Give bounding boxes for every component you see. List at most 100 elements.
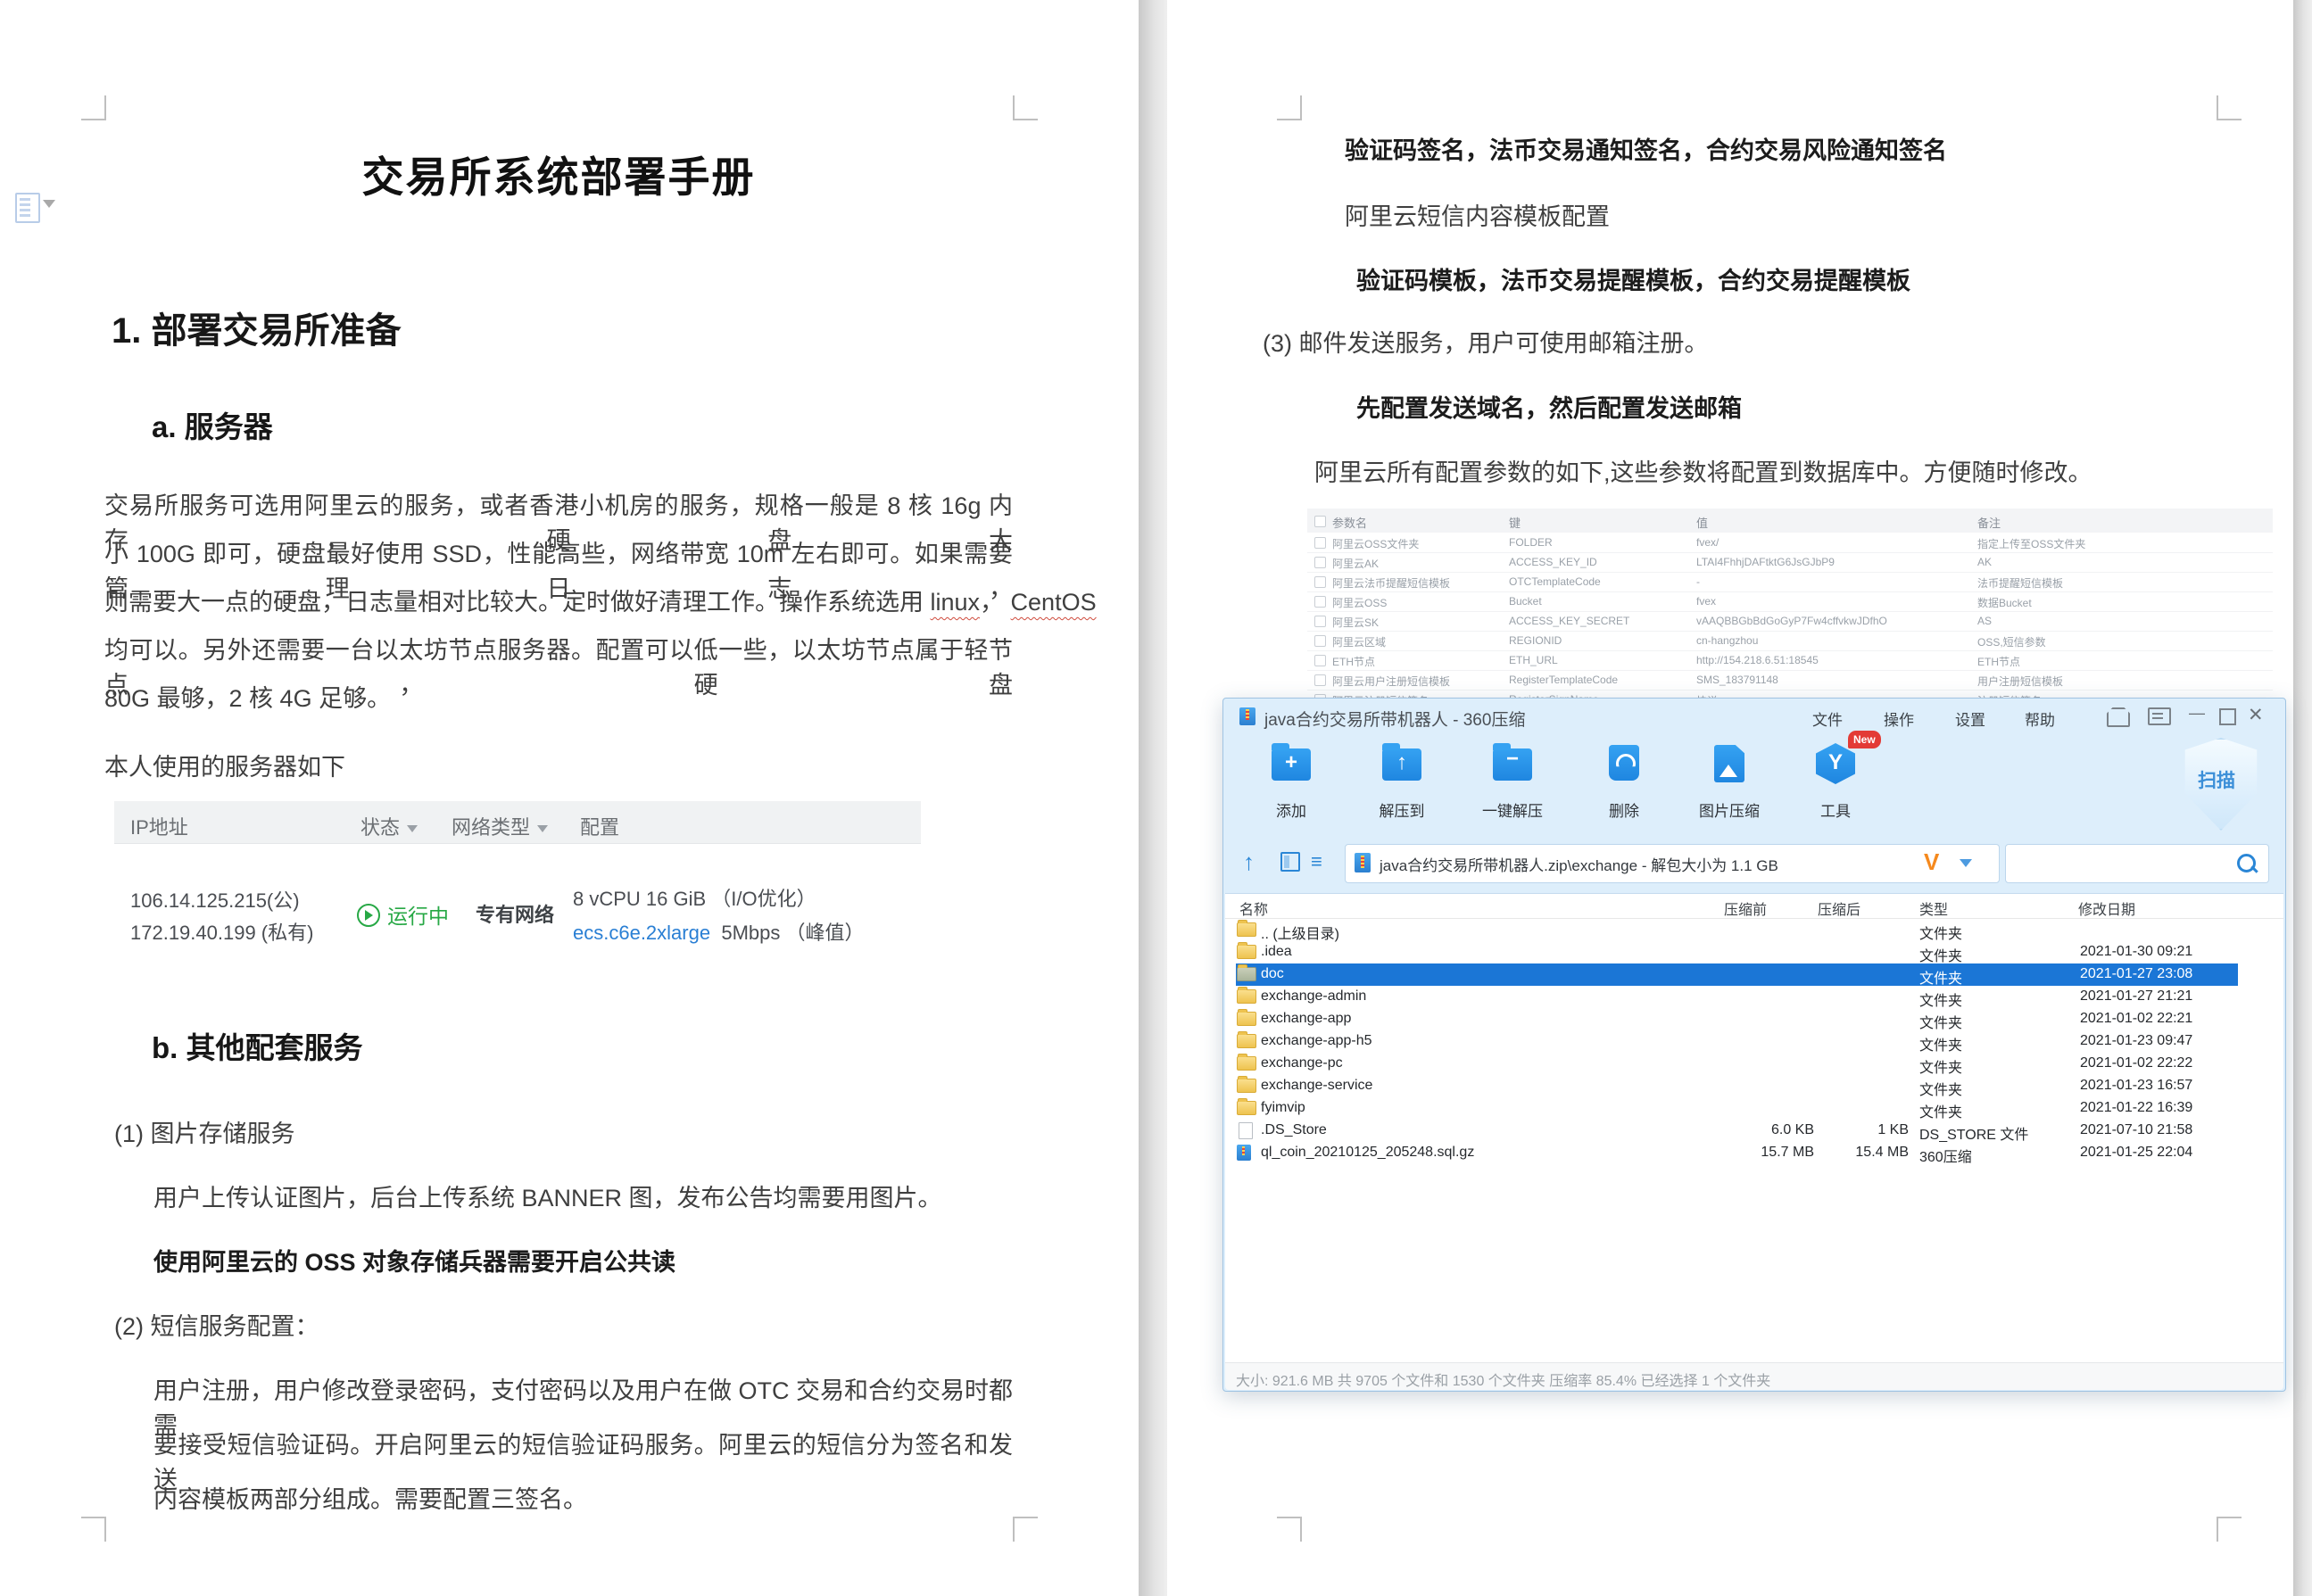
file-row[interactable]: exchange-app-h5 文件夹 2021-01-23 09:47 xyxy=(1225,1030,2283,1054)
param-col-value: 值 xyxy=(1696,517,1709,530)
folder-icon xyxy=(1237,1054,1256,1071)
menu-action[interactable]: 操作 xyxy=(1884,707,1914,730)
col-name[interactable]: 名称 xyxy=(1239,897,1268,919)
close-button[interactable]: ✕ xyxy=(2248,704,2264,726)
menu-file[interactable]: 文件 xyxy=(1812,707,1843,730)
new-badge: New xyxy=(1848,731,1881,748)
file-row[interactable]: .idea 文件夹 2021-01-30 09:21 xyxy=(1225,941,2283,964)
scan-label: 扫描 xyxy=(2198,771,2235,791)
checkbox[interactable] xyxy=(1314,674,1326,686)
paragraph-handle-arrow-icon[interactable] xyxy=(43,200,55,208)
checkbox[interactable] xyxy=(1314,635,1326,647)
menu-help[interactable]: 帮助 xyxy=(2025,707,2055,730)
paragraph-handle-icon[interactable] xyxy=(15,193,40,223)
zip-file-icon xyxy=(1237,1145,1251,1161)
file-row[interactable]: exchange-admin 文件夹 2021-01-27 21:21 xyxy=(1225,986,2283,1009)
address-bar[interactable]: java合约交易所带机器人.zip\exchange - 解包大小为 1.1 G… xyxy=(1345,844,2000,883)
feedback-icon[interactable] xyxy=(2148,707,2171,725)
param-value: cn-hangzhou xyxy=(1696,634,1759,647)
size-after: 1 KB xyxy=(1877,1122,1909,1137)
paragraph-line: 本人使用的服务器如下 xyxy=(104,754,345,781)
file-row-selected[interactable]: doc 文件夹 2021-01-27 23:08 xyxy=(1225,963,2283,987)
crop-mark xyxy=(2217,1517,2242,1542)
param-row[interactable]: 阿里云区域 REGIONID cn-hangzhou OSS,短信参数 xyxy=(1307,631,2273,651)
checkbox[interactable] xyxy=(1314,596,1326,608)
file-row[interactable]: exchange-pc 文件夹 2021-01-02 22:22 xyxy=(1225,1053,2283,1076)
instance-type-link[interactable]: ecs.c6e.2xlarge xyxy=(573,922,710,944)
folder-icon xyxy=(1237,1098,1256,1115)
label: 网络类型 xyxy=(452,816,531,839)
status-text: 运行中 xyxy=(387,905,449,928)
checkbox[interactable] xyxy=(1314,655,1326,666)
file-name: doc xyxy=(1261,966,1284,981)
file-row[interactable]: exchange-service 文件夹 2021-01-23 16:57 xyxy=(1225,1075,2283,1098)
minimize-button[interactable]: — xyxy=(2189,704,2205,723)
checkbox[interactable] xyxy=(1314,616,1326,627)
bandwidth-text: 5Mbps （峰值） xyxy=(721,922,865,944)
file-date: 2021-01-27 23:08 xyxy=(2080,966,2193,981)
param-col-note: 备注 xyxy=(1977,517,2001,530)
address-dropdown-icon[interactable] xyxy=(1960,859,1972,867)
zip-window: java合约交易所带机器人 - 360压缩 文件 操作 设置 帮助 — ✕ + … xyxy=(1222,698,2286,1392)
menu-settings[interactable]: 设置 xyxy=(1955,707,1985,730)
col-before[interactable]: 压缩前 xyxy=(1724,897,1767,919)
param-value: vAAQBBGbBdGoGyP7Fw4cffvkwJDfhO xyxy=(1696,615,1887,627)
server-config-line2: ecs.c6e.2xlarge 5Mbps （峰值） xyxy=(573,917,864,946)
server-col-status[interactable]: 状态 xyxy=(360,812,418,840)
param-row[interactable]: 阿里云法币提醒短信模板 OTCTemplateCode - 法币提醒短信模板 xyxy=(1307,572,2273,592)
maximize-button[interactable] xyxy=(2219,708,2236,725)
param-note: 数据Bucket xyxy=(1977,597,2032,609)
file-date: 2021-01-23 16:57 xyxy=(2080,1078,2193,1093)
file-row[interactable]: .. (上级目录) 文件夹 xyxy=(1225,919,2283,942)
up-icon[interactable]: ↑ xyxy=(1243,848,1255,876)
tool-label: 解压到 xyxy=(1379,803,1425,820)
checkbox[interactable] xyxy=(1314,576,1326,588)
param-row[interactable]: 阿里云注册短信签名RegisterSignName快说注册短信签名 xyxy=(1307,690,2273,698)
label: 状态 xyxy=(360,816,401,839)
folder-icon xyxy=(1237,987,1256,1004)
col-after[interactable]: 压缩后 xyxy=(1818,897,1860,919)
skin-icon[interactable] xyxy=(2107,707,2130,727)
paragraph-bold: 验证码签名，法币交易通知签名，合约交易风险通知签名 xyxy=(1345,137,1947,164)
one-click-extract-icon: − xyxy=(1493,743,1532,781)
folder-icon xyxy=(1237,1076,1256,1093)
server-ip-public: 106.14.125.215(公) xyxy=(130,889,300,912)
paragraph-line: 用户上传认证图片，后台上传系统 BANNER 图，发布公告均需要用图片。 xyxy=(153,1185,942,1211)
folder-icon xyxy=(1237,1031,1256,1048)
search-input[interactable] xyxy=(2005,844,2269,883)
param-name: 阿里云用户注册短信模板 xyxy=(1332,675,1451,688)
file-row[interactable]: fyimvip 文件夹 2021-01-22 16:39 xyxy=(1225,1097,2283,1121)
param-row[interactable]: ETH节点 ETH_URL http://154.218.6.51:18545 ETH… xyxy=(1307,650,2273,671)
list-view-icon[interactable]: ≡ xyxy=(1311,850,1322,873)
param-note: OSS,短信参数 xyxy=(1977,636,2046,649)
folder-icon xyxy=(1237,942,1256,959)
param-row[interactable]: 阿里云OSS Bucket fvex 数据Bucket xyxy=(1307,591,2273,612)
search-icon[interactable] xyxy=(2237,854,2256,872)
server-col-network[interactable]: 网络类型 xyxy=(452,812,549,840)
filter-caret-icon xyxy=(537,825,549,833)
file-row[interactable]: .DS_Store 6.0 KB 1 KB DS_STORE 文件 2021-07-10… xyxy=(1225,1120,2283,1143)
y-glyph: Y xyxy=(1827,750,1843,774)
checkbox[interactable] xyxy=(1314,516,1326,527)
paragraph-bold: 验证码模板，法币交易提醒模板，合约交易提醒模板 xyxy=(1356,268,1910,294)
col-type[interactable]: 类型 xyxy=(1919,897,1948,919)
grid-view-icon[interactable] xyxy=(1280,852,1300,872)
file-name: exchange-app-h5 xyxy=(1261,1033,1372,1048)
param-col-name: 参数名 xyxy=(1332,517,1368,530)
file-type: 文件夹 xyxy=(1919,949,1963,964)
param-name: 阿里云法币提醒短信模板 xyxy=(1332,577,1451,590)
col-date[interactable]: 修改日期 xyxy=(2078,897,2135,919)
file-row[interactable]: exchange-app 文件夹 2021-01-02 22:21 xyxy=(1225,1008,2283,1031)
paragraph-text: 则需要大一点的硬盘，日志量相对比较大。定时做好清理工作。操作系统选用 xyxy=(104,589,931,616)
file-date: 2021-01-25 22:04 xyxy=(2080,1145,2193,1160)
checkbox[interactable] xyxy=(1314,557,1326,568)
param-row[interactable]: 阿里云用户注册短信模板 RegisterTemplateCode SMS_18379… xyxy=(1307,670,2273,690)
param-row[interactable]: 阿里云AK ACCESS_KEY_ID LTAI4FhhjDAFtktG6JsGJb… xyxy=(1307,552,2273,573)
file-name: exchange-service xyxy=(1261,1078,1373,1093)
file-row[interactable]: ql_coin_20210125_205248.sql.gz 15.7 MB 15.… xyxy=(1225,1142,2283,1165)
param-row[interactable]: 阿里云SK ACCESS_KEY_SECRET vAAQBBGbBdGoGyP7Fw… xyxy=(1307,611,2273,632)
param-name: ETH节点 xyxy=(1332,656,1376,668)
checkbox[interactable] xyxy=(1314,537,1326,549)
param-name: 阿里云OSS xyxy=(1332,597,1388,609)
param-row[interactable]: 阿里云OSS文件夹 FOLDER fvex/指定上传至OSS文件夹 xyxy=(1307,533,2273,553)
